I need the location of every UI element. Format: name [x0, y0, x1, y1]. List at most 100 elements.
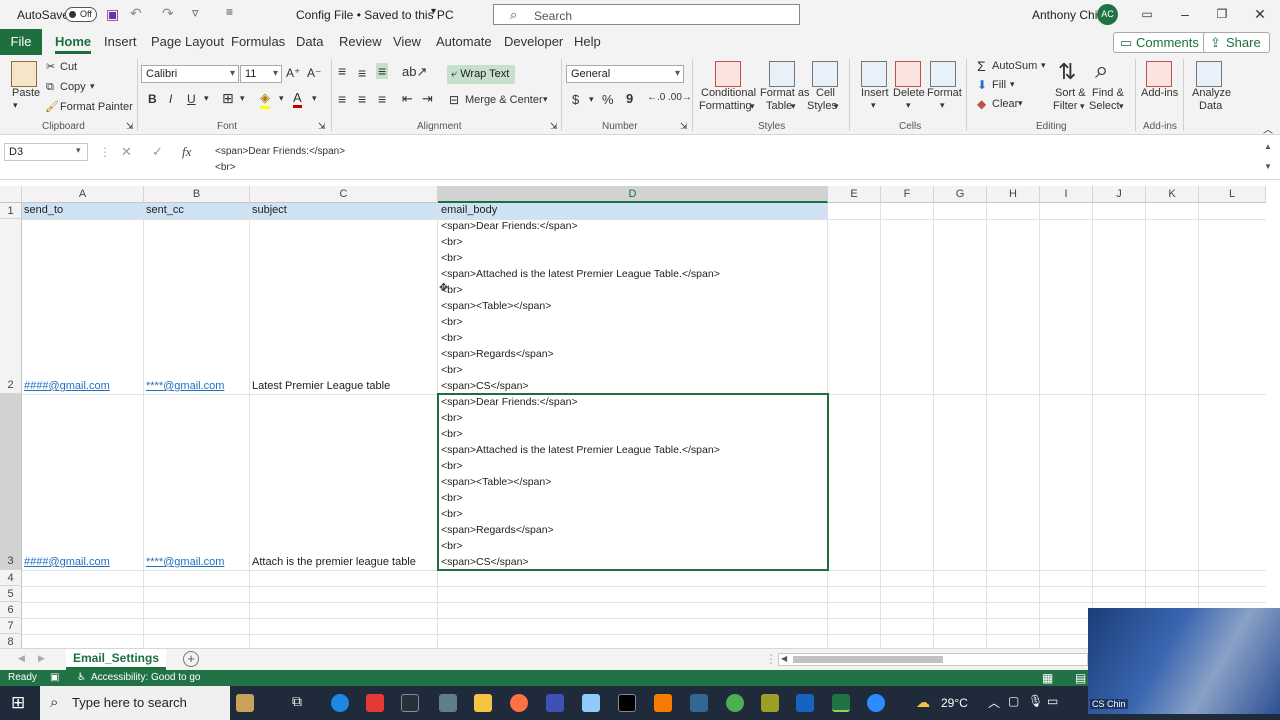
comma-button[interactable]: 9: [626, 91, 633, 106]
postgres-icon[interactable]: [690, 694, 708, 712]
find-select-dropdown-icon[interactable]: ▾: [1119, 101, 1124, 112]
align-left-icon[interactable]: ≡: [338, 91, 346, 107]
fill-button[interactable]: Fill: [992, 79, 1006, 91]
insert-cells-button[interactable]: Insert: [861, 87, 889, 99]
row-header-5[interactable]: 5: [0, 586, 22, 602]
wrap-text-button[interactable]: ⤶ Wrap Text: [447, 65, 515, 84]
format-dropdown-icon[interactable]: ▾: [940, 100, 945, 111]
cell-b2[interactable]: ****@gmail.com: [146, 380, 224, 392]
copy-button[interactable]: Copy: [60, 81, 86, 93]
align-top-icon[interactable]: ≡: [338, 63, 346, 79]
tab-insert[interactable]: Insert: [104, 34, 137, 49]
weather-temp[interactable]: 29°C: [941, 696, 968, 710]
row-header-3[interactable]: 3: [0, 394, 22, 570]
search-box[interactable]: ⌕ Search: [493, 4, 800, 25]
firefox-icon[interactable]: [510, 694, 528, 712]
italic-button[interactable]: I: [169, 92, 172, 106]
select-all[interactable]: [0, 186, 22, 203]
sheet-tab-email-settings[interactable]: Email_Settings: [66, 649, 166, 670]
cell-label[interactable]: Cell: [816, 87, 835, 99]
conditional-dropdown-icon[interactable]: ▾: [750, 101, 755, 112]
taskbar-search[interactable]: ⌕ Type here to search: [40, 686, 230, 720]
find-select-icon[interactable]: ⌕: [1095, 57, 1108, 85]
selected-cell-d3[interactable]: [437, 393, 829, 571]
delete-cells-icon[interactable]: [895, 61, 921, 87]
cell-d2-line[interactable]: <br>: [441, 332, 463, 344]
merge-dropdown-icon[interactable]: ▾: [543, 94, 548, 105]
tab-data[interactable]: Data: [296, 34, 323, 49]
select-label[interactable]: Select: [1089, 100, 1120, 112]
row-header-8[interactable]: 8: [0, 634, 22, 648]
column-header-f[interactable]: F: [881, 186, 934, 203]
excel-icon[interactable]: [832, 694, 850, 712]
cell-d2-line[interactable]: <br>: [441, 364, 463, 376]
font-size-combo[interactable]: 11: [240, 65, 282, 83]
collapse-ribbon-icon[interactable]: ︿: [1263, 121, 1273, 136]
cell-d2-line[interactable]: <span>Attached is the latest Premier Lea…: [441, 268, 720, 280]
cell-a3[interactable]: ####@gmail.com: [24, 556, 110, 568]
autosum-icon[interactable]: Σ: [977, 58, 986, 74]
column-header-g[interactable]: G: [934, 186, 987, 203]
cell-c3[interactable]: Attach is the premier league table: [252, 556, 416, 568]
borders-dropdown-icon[interactable]: ▾: [240, 93, 245, 104]
delete-cells-button[interactable]: Delete: [893, 87, 925, 99]
tab-formulas[interactable]: Formulas: [231, 34, 285, 49]
clear-dropdown-icon[interactable]: ▾: [1018, 98, 1023, 109]
row-header-4[interactable]: 4: [0, 570, 22, 586]
sort-label[interactable]: Sort &: [1055, 87, 1086, 99]
column-header-k[interactable]: K: [1146, 186, 1199, 203]
currency-dropdown-icon[interactable]: ▾: [589, 94, 594, 105]
alignment-launcher-icon[interactable]: ⇲: [550, 121, 558, 132]
merge-center-icon[interactable]: ⊟: [449, 93, 459, 107]
cut-button[interactable]: Cut: [60, 61, 77, 73]
page-layout-view-icon[interactable]: ▤: [1075, 670, 1086, 686]
filter-label[interactable]: Filter: [1053, 100, 1077, 112]
tray-chevron-icon[interactable]: ︿: [988, 694, 1000, 711]
bold-button[interactable]: B: [148, 92, 157, 106]
row-header-6[interactable]: 6: [0, 602, 22, 618]
font-color-icon[interactable]: A: [293, 90, 302, 108]
horizontal-scrollbar[interactable]: ◀: [778, 653, 1088, 666]
column-header-c[interactable]: C: [250, 186, 438, 203]
add-ins-button[interactable]: Add-ins: [1141, 87, 1178, 99]
save-icon[interactable]: ▣: [106, 6, 119, 23]
cell-styles-dropdown-icon[interactable]: ▾: [834, 101, 839, 112]
font-name-combo[interactable]: Calibri: [141, 65, 239, 83]
file-title[interactable]: Config File • Saved to this PC: [296, 8, 454, 22]
mysql-icon[interactable]: [401, 694, 419, 712]
orientation-icon[interactable]: ab↗: [402, 64, 427, 80]
format-as-label[interactable]: Format as: [760, 87, 810, 99]
powershell-icon[interactable]: [546, 694, 564, 712]
cell-b3[interactable]: ****@gmail.com: [146, 556, 224, 568]
sort-filter-icon[interactable]: ⇅: [1058, 59, 1076, 85]
table-label[interactable]: Table: [766, 100, 792, 112]
column-header-l[interactable]: L: [1199, 186, 1266, 203]
touch-mode-icon[interactable]: ▿: [192, 5, 199, 21]
analyze-data-icon[interactable]: [1196, 61, 1222, 87]
delete-dropdown-icon[interactable]: ▾: [906, 100, 911, 111]
terminal-icon[interactable]: [618, 694, 636, 712]
cell-d2-line[interactable]: <span>CS</span>: [441, 380, 529, 392]
autosum-button[interactable]: AutoSum: [992, 60, 1037, 72]
close-icon[interactable]: ✕: [1251, 5, 1269, 23]
increase-decimal-icon[interactable]: ←.0: [647, 92, 665, 103]
row-header-1[interactable]: 1: [0, 203, 22, 219]
next-sheet-icon[interactable]: ▶: [38, 653, 45, 664]
customize-qat-icon[interactable]: ≡: [226, 5, 233, 19]
formula-line-2[interactable]: <br>: [215, 162, 236, 173]
underline-button[interactable]: U: [187, 92, 196, 106]
copy-icon[interactable]: ⧉: [46, 81, 54, 94]
windows-start-icon[interactable]: ⊞: [11, 693, 25, 713]
tray-icon[interactable]: ▢: [1008, 694, 1019, 708]
zoom-icon[interactable]: [867, 694, 885, 712]
conditional-label[interactable]: Conditional: [701, 87, 756, 99]
insert-cells-icon[interactable]: [861, 61, 887, 87]
cell-d1[interactable]: email_body: [441, 204, 497, 216]
formatting-label[interactable]: Formatting: [699, 100, 752, 112]
scroll-up-icon[interactable]: ▲: [1264, 142, 1272, 151]
cell-a2[interactable]: ####@gmail.com: [24, 380, 110, 392]
currency-button[interactable]: $: [572, 92, 579, 107]
cut-icon[interactable]: ✂: [46, 60, 55, 73]
increase-indent-icon[interactable]: ⇥: [422, 91, 433, 107]
calculator-icon[interactable]: [439, 694, 457, 712]
